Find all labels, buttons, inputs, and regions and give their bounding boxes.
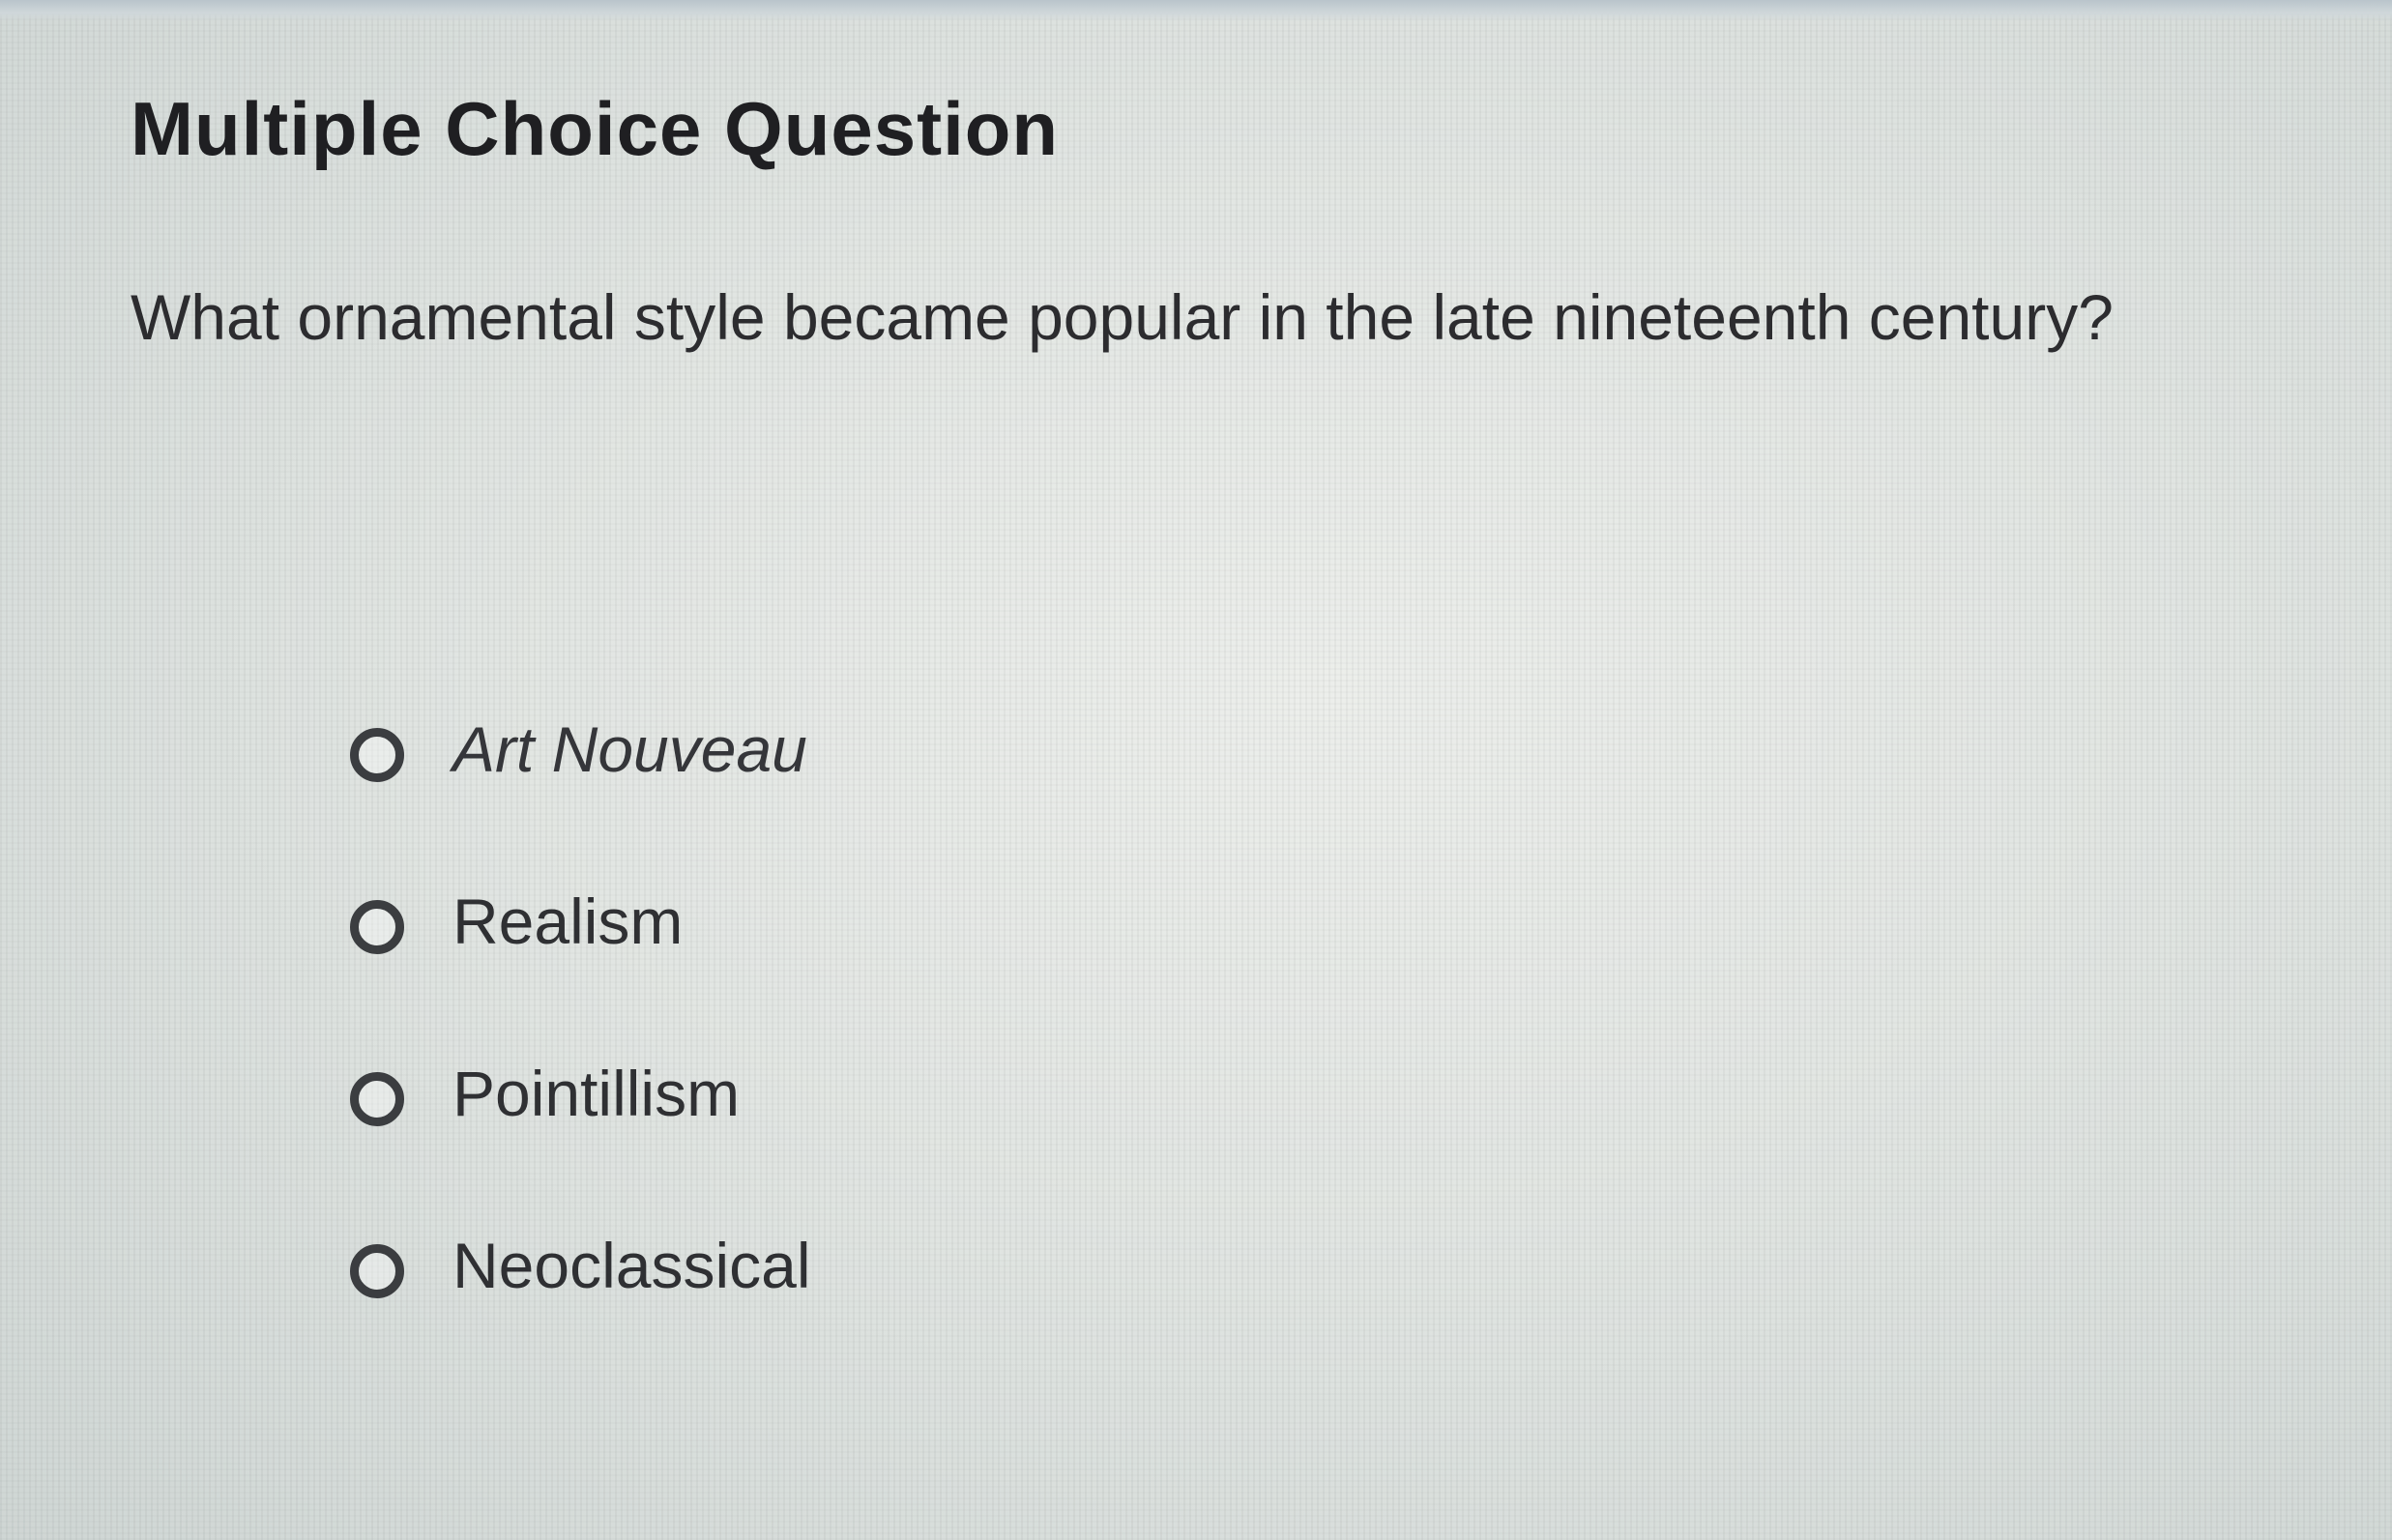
top-border	[0, 0, 2392, 21]
radio-button[interactable]	[350, 900, 404, 954]
choice-pointillism[interactable]: Pointillism	[348, 1055, 1508, 1227]
question-text: What ornamental style became popular in …	[131, 281, 2114, 353]
choice-realism[interactable]: Realism	[348, 883, 1508, 1055]
choice-label: Realism	[452, 886, 684, 957]
page-title: Multiple Choice Question	[131, 86, 1060, 171]
choice-label: Art Nouveau	[452, 713, 807, 785]
choice-label: Neoclassical	[452, 1230, 811, 1301]
choice-neoclassical[interactable]: Neoclassical	[348, 1227, 1508, 1399]
radio-button[interactable]	[350, 1244, 404, 1298]
choice-art-nouveau[interactable]: Art Nouveau	[348, 711, 1508, 883]
radio-button[interactable]	[350, 728, 404, 782]
screen: Multiple Choice Question What ornamental…	[0, 0, 2392, 1540]
radio-button[interactable]	[350, 1072, 404, 1126]
choice-label: Pointillism	[452, 1058, 741, 1129]
choice-list: Art Nouveau Realism Pointillism Neoclass…	[348, 711, 1508, 1399]
